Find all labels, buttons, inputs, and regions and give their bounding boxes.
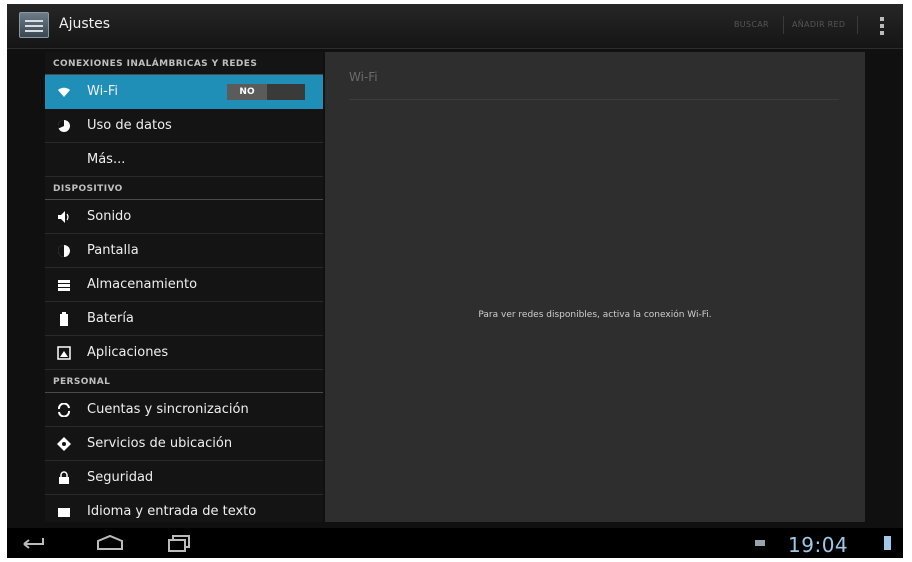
recent-apps-icon[interactable] bbox=[167, 534, 191, 552]
brightness-icon bbox=[58, 245, 70, 257]
sidebar-item-security[interactable]: Seguridad bbox=[45, 461, 323, 495]
sidebar-item-label: Aplicaciones bbox=[87, 345, 169, 360]
sidebar-item-location[interactable]: Servicios de ubicación bbox=[45, 427, 323, 461]
search-button[interactable]: BUSCAR bbox=[734, 20, 769, 29]
app-title: Ajustes bbox=[59, 16, 111, 32]
sidebar-item-storage[interactable]: Almacenamiento bbox=[45, 268, 323, 302]
sidebar-item-label: Seguridad bbox=[87, 470, 154, 485]
sidebar-item-label: Uso de datos bbox=[87, 118, 172, 133]
settings-app-icon[interactable] bbox=[19, 12, 49, 38]
category-wireless: CONEXIONES INALÁMBRICAS Y REDES bbox=[45, 52, 323, 75]
sidebar-item-data-usage[interactable]: Uso de datos bbox=[45, 109, 323, 143]
sidebar-item-label: Más... bbox=[87, 152, 126, 167]
sidebar-item-label: Servicios de ubicación bbox=[87, 436, 233, 451]
wifi-toggle[interactable]: NO bbox=[227, 84, 305, 100]
sidebar-item-label: Wi-Fi bbox=[87, 84, 119, 99]
sync-icon bbox=[58, 403, 70, 417]
category-personal: PERSONAL bbox=[45, 370, 323, 393]
detail-divider bbox=[349, 99, 839, 100]
sidebar-item-accounts-sync[interactable]: Cuentas y sincronización bbox=[45, 393, 323, 427]
wifi-icon bbox=[58, 87, 70, 97]
sidebar-item-label: Batería bbox=[87, 311, 134, 326]
location-icon bbox=[57, 437, 71, 451]
keyboard-icon bbox=[58, 508, 70, 517]
wifi-off-message: Para ver redes disponibles, activa la co… bbox=[478, 310, 712, 320]
sidebar-item-label: Idioma y entrada de texto bbox=[87, 504, 257, 519]
tablet-screen: Ajustes BUSCAR AÑADIR RED CONEXIONES INA… bbox=[7, 4, 903, 558]
sidebar-item-wifi[interactable]: Wi-Fi NO bbox=[45, 75, 323, 109]
detail-title: Wi-Fi bbox=[349, 70, 378, 84]
sidebar-item-apps[interactable]: Aplicaciones bbox=[45, 336, 323, 370]
system-nav-bar: 19:04 bbox=[7, 528, 903, 558]
speaker-icon bbox=[58, 211, 69, 223]
sidebar-item-more[interactable]: Más... bbox=[45, 143, 323, 177]
sidebar-item-label: Sonido bbox=[87, 209, 132, 224]
data-usage-icon bbox=[57, 119, 70, 132]
action-bar: Ajustes BUSCAR AÑADIR RED bbox=[7, 4, 903, 49]
sidebar-item-label: Cuentas y sincronización bbox=[87, 402, 249, 417]
detail-pane: Wi-Fi Para ver redes disponibles, activa… bbox=[325, 52, 865, 522]
category-device: DISPOSITIVO bbox=[45, 177, 323, 200]
action-divider bbox=[783, 16, 784, 34]
sidebar-item-label: Pantalla bbox=[87, 243, 139, 258]
keyboard-status-icon bbox=[755, 540, 765, 546]
settings-list: CONEXIONES INALÁMBRICAS Y REDES Wi-Fi NO… bbox=[45, 52, 323, 522]
wifi-toggle-state: NO bbox=[227, 84, 267, 100]
right-margin bbox=[865, 52, 903, 522]
sidebar-item-display[interactable]: Pantalla bbox=[45, 234, 323, 268]
apps-icon bbox=[57, 346, 71, 360]
status-clock: 19:04 bbox=[788, 533, 849, 557]
sidebar-item-battery[interactable]: Batería bbox=[45, 302, 323, 336]
add-network-button[interactable]: AÑADIR RED bbox=[792, 20, 845, 29]
lock-icon bbox=[59, 471, 69, 484]
back-icon[interactable] bbox=[21, 534, 47, 552]
sidebar-item-language[interactable]: Idioma y entrada de texto bbox=[45, 495, 323, 522]
home-icon[interactable] bbox=[95, 534, 125, 552]
battery-status-icon bbox=[884, 536, 891, 550]
battery-icon bbox=[60, 312, 68, 326]
sidebar-item-label: Almacenamiento bbox=[87, 277, 198, 292]
action-divider bbox=[857, 16, 858, 34]
overflow-menu-icon[interactable] bbox=[880, 17, 884, 35]
storage-icon bbox=[58, 280, 70, 291]
sidebar-item-sound[interactable]: Sonido bbox=[45, 200, 323, 234]
